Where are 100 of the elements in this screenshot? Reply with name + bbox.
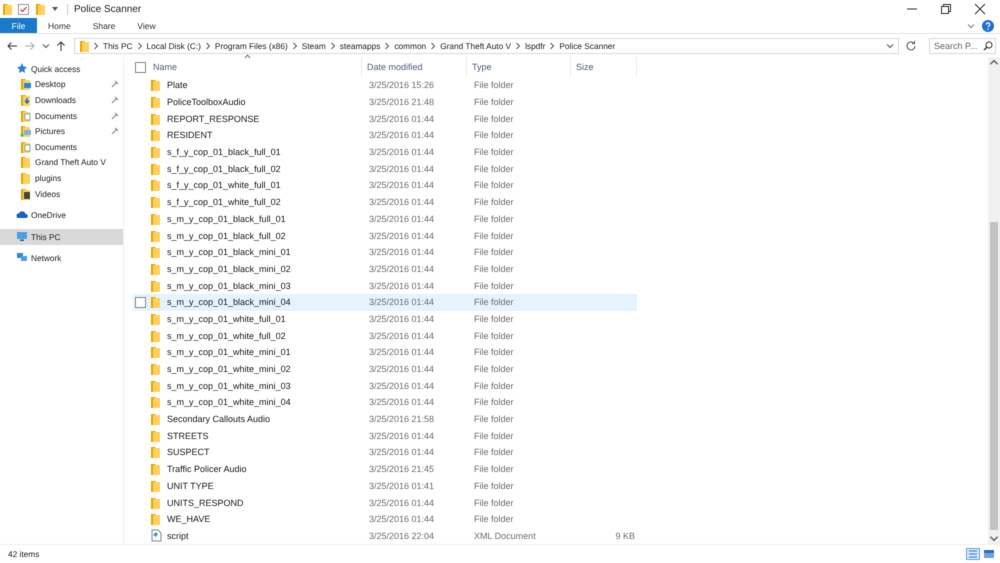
file-row[interactable]: PoliceToolboxAudio 3/25/2016 21:48 File folder xyxy=(133,94,637,110)
file-name[interactable]: s_m_y_cop_01_black_mini_03 xyxy=(167,280,291,291)
sidebar-item[interactable]: This PC xyxy=(0,228,123,245)
properties-icon[interactable] xyxy=(18,4,29,14)
file-name[interactable]: Secondary Callouts Audio xyxy=(167,414,270,424)
file-name[interactable]: UNITS_RESPOND xyxy=(167,498,244,508)
sidebar-item[interactable]: Documents xyxy=(0,108,123,124)
file-name[interactable]: s_m_y_cop_01_white_mini_04 xyxy=(167,397,291,408)
file-name[interactable]: s_m_y_cop_01_white_full_01 xyxy=(167,314,286,324)
breadcrumb[interactable]: common xyxy=(394,40,426,50)
dropdown-icon[interactable] xyxy=(51,5,59,13)
file-name[interactable]: s_m_y_cop_01_black_full_02 xyxy=(167,230,286,241)
file-name[interactable]: s_m_y_cop_01_black_mini_01 xyxy=(167,247,291,258)
file-row[interactable]: s_f_y_cop_01_black_full_01 3/25/2016 01:44 File folder xyxy=(133,144,637,160)
file-row[interactable]: s_m_y_cop_01_black_mini_02 3/25/2016 01:44 File folder xyxy=(133,260,637,278)
file-row[interactable]: STREETS 3/25/2016 01:44 File folder xyxy=(133,427,637,444)
ribbon-tab[interactable]: Share xyxy=(82,18,126,33)
sidebar-item[interactable]: Downloads xyxy=(0,92,123,108)
file-name[interactable]: s_f_y_cop_01_black_full_02 xyxy=(167,164,281,174)
file-name[interactable]: s_m_y_cop_01_white_mini_03 xyxy=(167,380,291,391)
file-row[interactable]: s_f_y_cop_01_white_full_02 3/25/2016 01:44 File folder xyxy=(133,194,637,210)
file-name[interactable]: WE_HAVE xyxy=(167,514,210,524)
pin-icon[interactable] xyxy=(111,80,119,88)
file-row[interactable]: RESIDENT 3/25/2016 01:44 File folder xyxy=(133,127,637,144)
column-header[interactable]: Name xyxy=(153,57,178,77)
file-name[interactable]: s_m_y_cop_01_black_mini_02 xyxy=(167,264,291,274)
select-all-checkbox[interactable] xyxy=(135,62,146,72)
file-row[interactable]: s_m_y_cop_01_white_full_02 3/25/2016 01:44 File folder xyxy=(133,327,637,344)
file-row[interactable]: UNITS_RESPOND 3/25/2016 01:44 File folder xyxy=(133,494,637,511)
sidebar-item[interactable]: Desktop xyxy=(0,76,123,92)
file-name[interactable]: s_m_y_cop_01_white_full_02 xyxy=(167,330,286,341)
close-icon[interactable] xyxy=(974,3,986,15)
refresh-icon[interactable] xyxy=(905,40,917,52)
file-row[interactable]: s_m_y_cop_01_black_mini_01 3/25/2016 01:44 File folder xyxy=(133,244,637,261)
file-row[interactable]: WE_HAVE 3/25/2016 01:44 File folder xyxy=(133,510,637,528)
up-icon[interactable] xyxy=(56,40,66,52)
large-icons-view-icon[interactable] xyxy=(982,548,996,560)
breadcrumb[interactable]: lspdfr xyxy=(525,40,546,50)
help-icon[interactable] xyxy=(982,20,994,32)
breadcrumb[interactable]: Program Files (x86) xyxy=(214,40,288,50)
breadcrumb[interactable]: Local Disk (C:) xyxy=(146,40,201,50)
file-name[interactable]: s_m_y_cop_01_black_mini_04 xyxy=(167,297,291,308)
row-checkbox[interactable] xyxy=(135,296,146,308)
search-field[interactable]: Search P... xyxy=(929,38,996,54)
breadcrumb[interactable]: Police Scanner xyxy=(559,40,616,50)
file-name[interactable]: s_f_y_cop_01_white_full_02 xyxy=(167,197,281,208)
file-row[interactable]: s_m_y_cop_01_black_full_02 3/25/2016 01:44 File folder xyxy=(133,227,637,244)
sidebar-item[interactable]: Grand Theft Auto V xyxy=(0,154,123,170)
ribbon-tab[interactable]: View xyxy=(126,18,167,33)
file-name[interactable]: s_f_y_cop_01_white_full_01 xyxy=(167,180,281,190)
sidebar-item[interactable]: Documents xyxy=(0,138,123,155)
breadcrumb[interactable]: Steam xyxy=(302,40,326,50)
file-row[interactable]: s_m_y_cop_01_black_mini_03 3/25/2016 01:44 File folder xyxy=(133,277,637,294)
file-name[interactable]: s_m_y_cop_01_black_full_01 xyxy=(167,214,286,224)
address-bar[interactable]: This PC Local Disk (C:) Program Files (x86) Steam steamapps common Grand Theft Auto V lspdfr Police Scanner xyxy=(74,38,899,54)
file-row[interactable]: script 3/25/2016 22:04 XML Document 9 KB xyxy=(133,528,637,544)
file-name[interactable]: PoliceToolboxAudio xyxy=(167,97,246,108)
file-row[interactable]: Secondary Callouts Audio 3/25/2016 21:58 File folder xyxy=(133,410,637,428)
file-row[interactable]: s_m_y_cop_01_white_mini_02 3/25/2016 01:44 File folder xyxy=(133,360,637,378)
file-name[interactable]: RESIDENT xyxy=(167,130,213,140)
file-row[interactable]: s_f_y_cop_01_white_full_01 3/25/2016 01:44 File folder xyxy=(133,177,637,194)
file-name[interactable]: s_m_y_cop_01_white_mini_02 xyxy=(167,364,291,374)
breadcrumb[interactable]: steamapps xyxy=(340,40,380,50)
pin-icon[interactable] xyxy=(111,96,119,104)
file-row[interactable]: s_m_y_cop_01_black_mini_04 3/25/2016 01:44 File folder xyxy=(133,294,637,311)
file-name[interactable]: Plate xyxy=(167,80,188,90)
file-tab[interactable]: File xyxy=(0,18,37,33)
file-row[interactable]: SUSPECT 3/25/2016 01:44 File folder xyxy=(133,444,637,461)
file-row[interactable]: s_m_y_cop_01_white_mini_04 3/25/2016 01:44 File folder xyxy=(133,394,637,411)
pin-icon[interactable] xyxy=(111,127,119,136)
breadcrumb[interactable]: Grand Theft Auto V xyxy=(440,40,512,50)
sidebar-item[interactable]: Pictures xyxy=(0,123,123,139)
restore-icon[interactable] xyxy=(940,3,952,15)
file-row[interactable]: Traffic Policer Audio 3/25/2016 21:45 File folder xyxy=(133,460,637,478)
file-row[interactable]: s_m_y_cop_01_white_mini_03 3/25/2016 01:44 File folder xyxy=(133,377,637,394)
dropdown-icon[interactable] xyxy=(886,42,894,50)
file-row[interactable]: UNIT TYPE 3/25/2016 01:41 File folder xyxy=(133,478,637,494)
file-name[interactable]: script xyxy=(167,530,189,541)
file-name[interactable]: SUSPECT xyxy=(167,447,210,458)
sidebar-item[interactable]: Videos xyxy=(0,186,123,202)
ribbon-tab[interactable]: Home xyxy=(37,18,82,33)
recent-locations-icon[interactable] xyxy=(42,42,50,50)
file-name[interactable]: REPORT_RESPONSE xyxy=(167,114,260,124)
file-name[interactable]: s_m_y_cop_01_white_mini_01 xyxy=(167,347,291,358)
file-name[interactable]: STREETS xyxy=(167,430,209,441)
sidebar-item[interactable]: Network xyxy=(0,250,123,266)
file-row[interactable]: Plate 3/25/2016 15:26 File folder xyxy=(133,77,637,94)
column-header[interactable]: Type xyxy=(467,57,571,77)
details-view-icon[interactable] xyxy=(966,548,980,560)
file-name[interactable]: UNIT TYPE xyxy=(167,480,214,491)
file-row[interactable]: s_f_y_cop_01_black_full_02 3/25/2016 01:44 File folder xyxy=(133,160,637,178)
scrollbar[interactable] xyxy=(988,57,1000,544)
back-icon[interactable] xyxy=(6,40,18,50)
file-row[interactable]: s_m_y_cop_01_black_full_01 3/25/2016 01:44 File folder xyxy=(133,210,637,228)
file-row[interactable]: REPORT_RESPONSE 3/25/2016 01:44 File folder xyxy=(133,110,637,128)
sidebar-item[interactable]: Quick access xyxy=(0,61,123,77)
column-header[interactable]: Size xyxy=(571,57,637,77)
breadcrumb[interactable]: This PC xyxy=(103,40,133,50)
file-row[interactable]: s_m_y_cop_01_white_mini_01 3/25/2016 01:44 File folder xyxy=(133,344,637,361)
pin-icon[interactable] xyxy=(111,112,119,120)
